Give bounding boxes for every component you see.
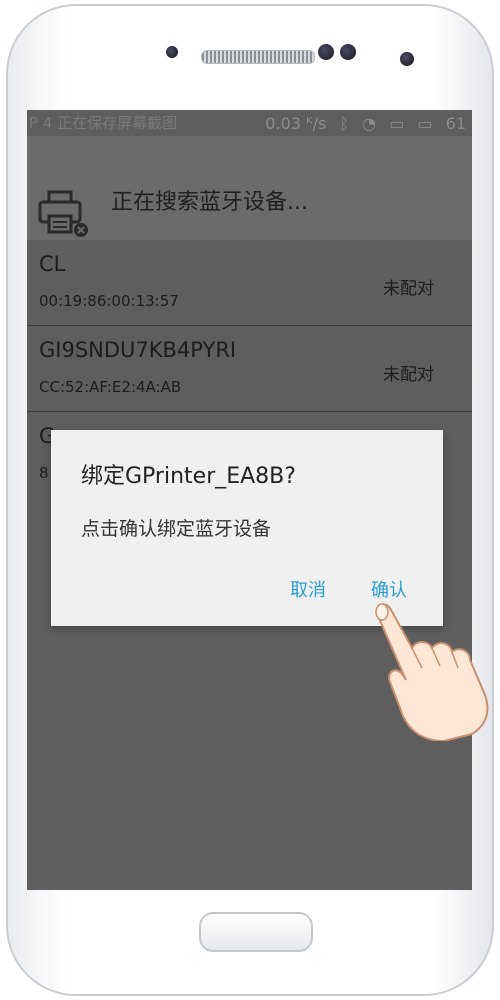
pointing-hand-icon xyxy=(375,603,489,741)
home-button[interactable] xyxy=(199,912,313,952)
device-mac: 00:19:86:00:13:57 xyxy=(39,292,179,310)
dialog-title: 绑定GPrinter_EA8B? xyxy=(81,464,296,489)
printer-icon xyxy=(38,190,88,237)
battery-level: 61 xyxy=(445,114,466,133)
status-notification-text: P 4 正在保存屏幕截图 xyxy=(29,114,178,132)
device-mac: 8 xyxy=(39,464,49,482)
screen-rotate-icon: ▭ xyxy=(389,114,405,133)
front-sensor-3 xyxy=(340,44,356,60)
device-name: CL xyxy=(39,252,66,276)
front-camera xyxy=(400,52,414,66)
device-name: GI9SNDU7KB4PYRI xyxy=(39,338,237,362)
cancel-button[interactable]: 取消 xyxy=(290,576,326,602)
status-right-group: 0.03 ᴷ/s ᛒ ◔ ▭ ▭ 61 xyxy=(257,114,466,133)
status-bar: P 4 正在保存屏幕截图 0.03 ᴷ/s ᛒ ◔ ▭ ▭ 61 xyxy=(27,110,472,136)
dialog-message: 点击确认绑定蓝牙设备 xyxy=(81,518,272,540)
app-bar: 正在搜索蓝牙设备... xyxy=(27,136,472,240)
device-item[interactable]: GI9SNDU7KB4PYRI CC:52:AF:E2:4A:AB 未配对 xyxy=(27,326,472,412)
front-sensor-2 xyxy=(318,44,334,60)
screen: P 4 正在保存屏幕截图 0.03 ᴷ/s ᛒ ◔ ▭ ▭ 61 正在搜索蓝牙设… xyxy=(27,110,472,890)
battery-icon: ▭ xyxy=(417,114,433,133)
wifi-icon: ◔ xyxy=(362,114,377,133)
pair-status: 未配对 xyxy=(383,279,434,299)
earpiece-speaker xyxy=(201,50,315,64)
network-speed: 0.03 ᴷ/s xyxy=(265,114,327,133)
device-item[interactable]: CL 00:19:86:00:13:57 未配对 xyxy=(27,240,472,326)
pair-status: 未配对 xyxy=(383,365,434,385)
bluetooth-icon: ᛒ xyxy=(339,114,350,133)
searching-title: 正在搜索蓝牙设备... xyxy=(111,190,308,215)
front-sensor xyxy=(166,46,178,58)
device-mac: CC:52:AF:E2:4A:AB xyxy=(39,378,182,396)
